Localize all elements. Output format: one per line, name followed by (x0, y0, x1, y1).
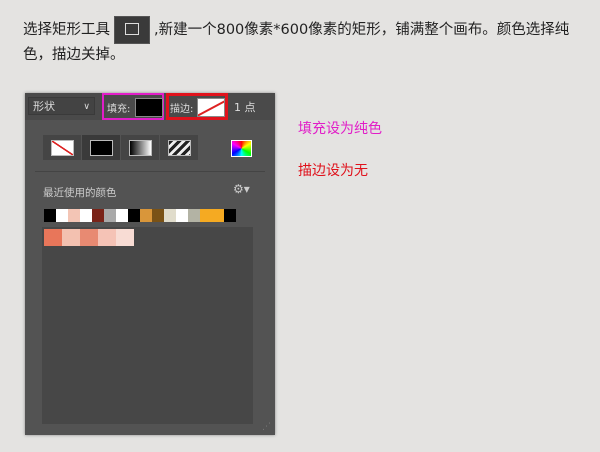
color-picker-icon[interactable] (231, 140, 252, 157)
color-swatch[interactable] (80, 229, 98, 246)
stroke-label: 描边: (170, 104, 194, 115)
recent-color-swatch[interactable] (224, 209, 236, 222)
recent-color-swatch[interactable] (164, 209, 176, 222)
instruction-text: 选择矩形工具 ,新建一个800像素*600像素的矩形，铺满整个画布。颜色选择纯色，… (23, 16, 588, 67)
no-color-button[interactable] (43, 135, 81, 160)
recent-color-swatch[interactable] (92, 209, 104, 222)
recent-color-swatch[interactable] (140, 209, 152, 222)
recent-color-swatch[interactable] (128, 209, 140, 222)
recent-color-swatch[interactable] (152, 209, 164, 222)
chevron-down-icon: ∨ (83, 102, 90, 112)
color-swatch[interactable] (98, 229, 116, 246)
gradient-icon (128, 139, 152, 156)
fill-panel: 形状 ∨ 填充: 描边: 1 点 最近使用的颜色 ⚙▾ ⋰ (25, 93, 275, 435)
stroke-note: 描边设为无 (298, 163, 368, 179)
shape-mode-label: 形状 (33, 100, 55, 113)
recent-colors-label: 最近使用的颜色 (43, 187, 117, 199)
swatches-row (44, 229, 134, 246)
options-bar: 形状 ∨ 填充: 描边: 1 点 (25, 93, 275, 120)
recent-color-swatch[interactable] (200, 209, 212, 222)
recent-color-swatch[interactable] (68, 209, 80, 222)
recent-color-swatch[interactable] (188, 209, 200, 222)
solid-color-icon (89, 139, 113, 156)
shape-mode-select[interactable]: 形状 ∨ (28, 97, 95, 115)
no-color-icon (50, 139, 74, 156)
color-swatch[interactable] (62, 229, 80, 246)
fill-swatch[interactable] (135, 98, 163, 117)
fill-highlight: 填充: (102, 93, 164, 120)
stroke-none-swatch[interactable] (197, 98, 225, 117)
recent-color-swatch[interactable] (176, 209, 188, 222)
pattern-button[interactable] (160, 135, 198, 160)
recent-color-swatch[interactable] (116, 209, 128, 222)
instruction-part1: 选择矩形工具 (23, 22, 110, 38)
gear-icon[interactable]: ⚙▾ (233, 182, 250, 196)
fill-note: 填充设为纯色 (298, 121, 382, 137)
color-swatch[interactable] (116, 229, 134, 246)
solid-color-button[interactable] (82, 135, 120, 160)
fill-type-buttons (43, 135, 198, 160)
recent-color-swatch[interactable] (104, 209, 116, 222)
recent-color-swatch[interactable] (212, 209, 224, 222)
fill-label: 填充: (107, 104, 131, 115)
rectangle-tool-icon (114, 16, 150, 44)
recent-colors-row (44, 209, 236, 222)
stroke-width[interactable]: 1 点 (234, 99, 256, 115)
resize-grip-icon[interactable]: ⋰ (262, 422, 271, 432)
stroke-highlight: 描边: (166, 93, 228, 120)
pattern-icon (167, 139, 191, 156)
recent-color-swatch[interactable] (56, 209, 68, 222)
divider (35, 171, 265, 172)
color-swatch[interactable] (44, 229, 62, 246)
swatch-grid (42, 227, 253, 424)
recent-color-swatch[interactable] (80, 209, 92, 222)
recent-color-swatch[interactable] (44, 209, 56, 222)
gradient-button[interactable] (121, 135, 159, 160)
